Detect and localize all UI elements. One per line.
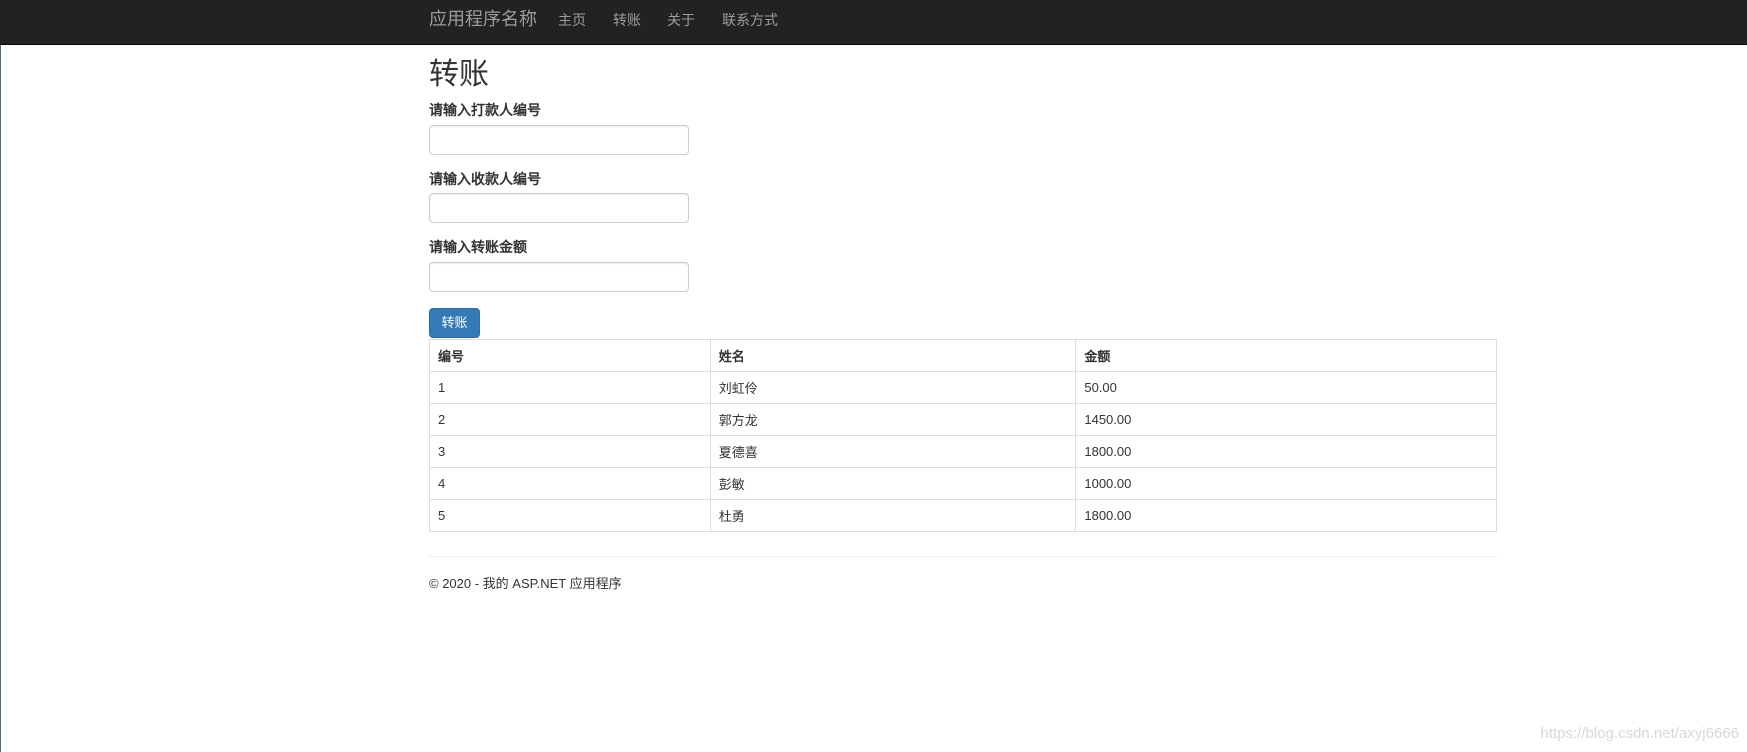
column-header-name: 姓名 [709,339,1077,372]
cell-id: 3 [429,435,711,468]
window-left-edge [0,0,1,752]
nav-item-about[interactable]: 关于 [667,12,695,28]
table-header-row: 编号 姓名 金额 [429,339,1497,372]
cell-name: 杜勇 [709,499,1077,532]
app-brand-link[interactable]: 应用程序名称 [429,9,537,29]
cell-amount: 1800.00 [1075,435,1497,468]
cell-name: 刘虹伶 [709,371,1077,404]
footer-copyright: © 2020 - 我的 ASP.NET 应用程序 [429,576,622,591]
cell-id: 4 [429,467,711,500]
table-row: 3 夏德喜 1800.00 [429,435,1497,468]
cell-name: 彭敏 [709,467,1077,500]
cell-amount: 50.00 [1075,371,1497,404]
cell-id: 1 [429,371,711,404]
cell-amount: 1800.00 [1075,499,1497,532]
cell-name: 郭方龙 [709,403,1077,436]
table-row: 2 郭方龙 1450.00 [429,403,1497,436]
nav-item-transfer[interactable]: 转账 [613,12,641,28]
watermark-url: https://blog.csdn.net/axyj6666 [1540,725,1739,742]
nav-item-contact[interactable]: 联系方式 [722,12,778,28]
table-row: 4 彭敏 1000.00 [429,467,1497,500]
amount-label: 请输入转账金额 [429,239,527,255]
top-navbar: 应用程序名称 主页 转账 关于 联系方式 [0,0,1747,45]
nav-item-home[interactable]: 主页 [558,12,586,28]
accounts-table: 编号 姓名 金额 1 刘虹伶 50.00 2 郭方龙 1450.00 3 夏德喜… [429,339,1497,532]
payer-id-input[interactable] [429,125,689,155]
cell-name: 夏德喜 [709,435,1077,468]
transfer-submit-button[interactable]: 转账 [429,308,480,338]
column-header-amount: 金额 [1075,339,1497,372]
amount-input[interactable] [429,262,689,292]
payee-id-label: 请输入收款人编号 [429,171,541,187]
table-row: 5 杜勇 1800.00 [429,499,1497,532]
payee-id-input[interactable] [429,193,689,223]
column-header-id: 编号 [429,339,711,372]
cell-amount: 1450.00 [1075,403,1497,436]
cell-id: 5 [429,499,711,532]
cell-amount: 1000.00 [1075,467,1497,500]
page-title: 转账 [429,58,489,91]
footer-divider [429,556,1497,557]
table-row: 1 刘虹伶 50.00 [429,371,1497,404]
cell-id: 2 [429,403,711,436]
payer-id-label: 请输入打款人编号 [429,102,541,118]
